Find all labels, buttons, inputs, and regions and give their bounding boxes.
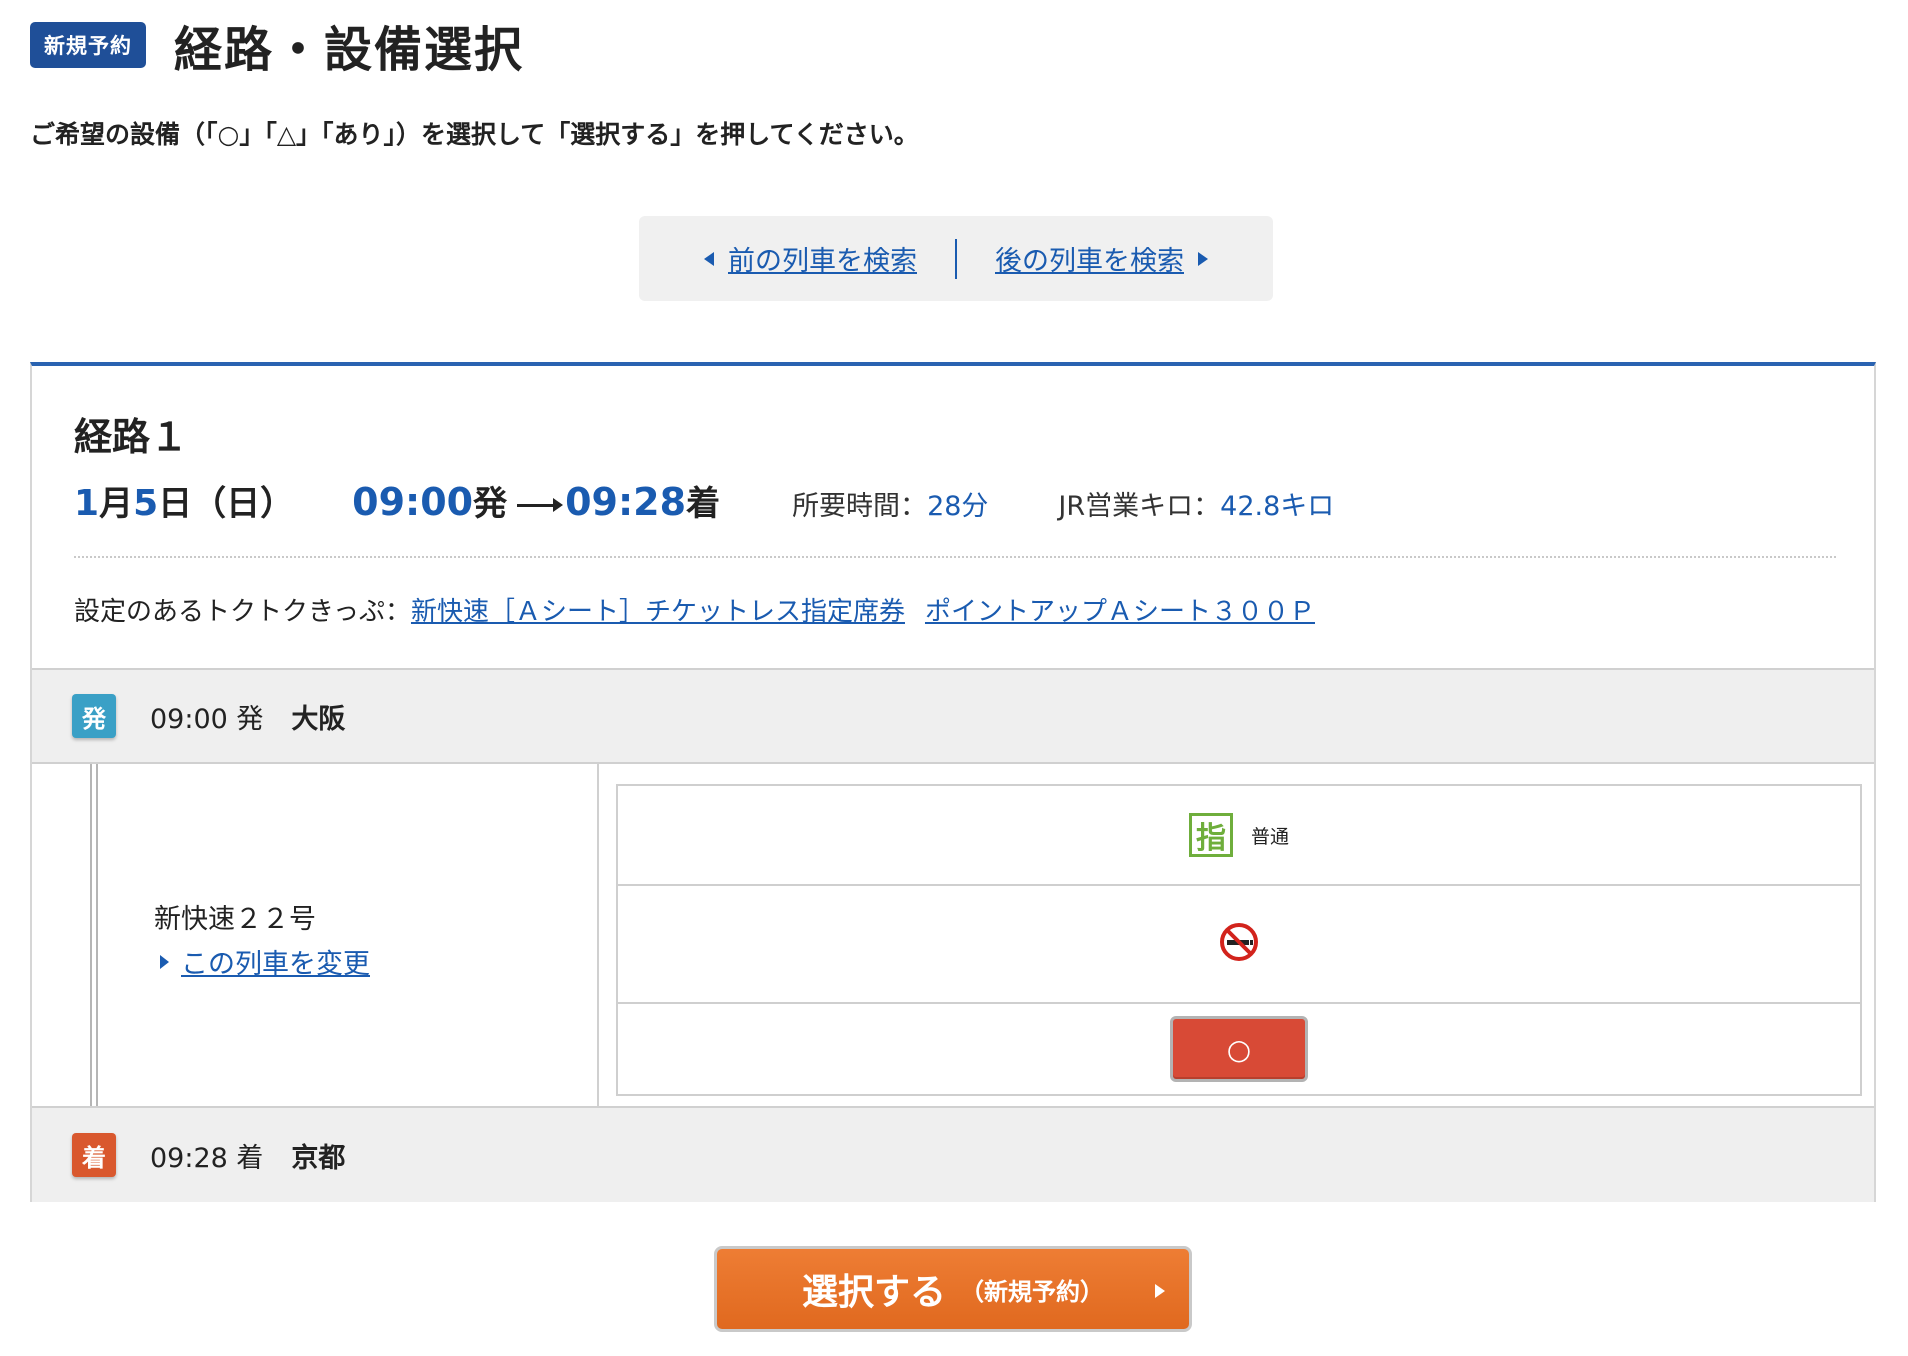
dotted-divider: [74, 556, 1836, 558]
date-month: 1: [74, 483, 100, 524]
change-train-label: この列車を変更: [181, 949, 370, 980]
arrow-right-icon: [517, 498, 564, 512]
next-train-search-link[interactable]: 後の列車を検索: [995, 239, 1208, 278]
reserved-seat-icon: 指: [1188, 813, 1233, 857]
route-summary: 1 月 5 日（日） 09:00 発 09:28 着 所要時間： 28分 JR営業キロ： 42…: [74, 476, 1334, 525]
train-name: 新快速２２号: [154, 904, 316, 935]
triangle-right-icon: [1198, 251, 1208, 266]
depart-time: 09:00: [352, 480, 474, 524]
train-section: 新快速２２号 この列車を変更 指 普通 ○: [32, 764, 1874, 1106]
next-train-search-label: 後の列車を検索: [995, 246, 1184, 277]
departure-badge-icon: 発: [72, 694, 116, 738]
section-divider: [597, 764, 599, 1106]
submit-label: 選択する: [801, 1272, 946, 1313]
discount-tickets: 設定のあるトクトクきっぷ：新快速［Ａシート］チケットレス指定席券 ポイントアップＡ…: [74, 591, 1315, 628]
arrive-time: 09:28: [565, 480, 687, 524]
departure-row: 発 09:00 発 大阪: [32, 668, 1874, 764]
submit-sub-label: （新規予約）: [960, 1277, 1104, 1306]
page: 新規予約 経路・設備選択 ご希望の設備（「○」「△」「あり」）を選択して「選択す…: [0, 0, 1908, 1356]
triangle-right-icon: [160, 954, 169, 969]
triangle-left-icon: [704, 251, 714, 266]
route-track-line: [90, 764, 98, 1106]
prev-train-search-label: 前の列車を検索: [728, 246, 917, 277]
route-card: 経路１ 1 月 5 日（日） 09:00 発 09:28 着 所要時間： 28分 JR営業キ…: [30, 362, 1876, 1202]
ticket-link-a-seat-ticketless[interactable]: 新快速［Ａシート］チケットレス指定席券: [411, 597, 905, 627]
date-day-unit: 日: [158, 484, 193, 524]
train-search-nav: 前の列車を検索 後の列車を検索: [639, 216, 1273, 301]
arrival-badge-icon: 着: [72, 1133, 116, 1177]
page-title: 経路・設備選択: [174, 22, 525, 78]
duration-value: 28分: [927, 491, 989, 522]
prev-train-search-link[interactable]: 前の列車を検索: [704, 239, 917, 278]
date-day: 5: [133, 483, 159, 524]
arrival-row: 着 09:28 着 京都: [32, 1106, 1874, 1202]
ticket-link-point-up[interactable]: ポイントアップＡシート３００Ｐ: [925, 597, 1315, 627]
smoking-row: [618, 886, 1860, 1004]
availability-row: ○: [618, 1004, 1860, 1094]
seat-table: 指 普通 ○: [616, 784, 1862, 1096]
triangle-right-icon: [1155, 1284, 1165, 1298]
date-weekday: （日）: [192, 484, 295, 524]
no-smoking-icon: [1218, 921, 1260, 967]
departure-station: 大阪: [291, 703, 346, 735]
tickets-label: 設定のあるトクトクきっぷ：: [74, 597, 411, 627]
new-reservation-badge: 新規予約: [30, 22, 146, 68]
duration-label: 所要時間：: [792, 491, 928, 522]
departure-time: 09:00 発: [150, 703, 264, 735]
arrival-time: 09:28 着: [150, 1142, 264, 1174]
arrive-suffix: 着: [686, 484, 721, 524]
seat-type-row: 指 普通: [618, 786, 1860, 886]
change-train-link[interactable]: この列車を変更: [160, 942, 370, 981]
header: 新規予約 経路・設備選択: [30, 10, 524, 80]
nav-divider: [955, 238, 957, 279]
seat-type-label: 普通: [1250, 825, 1289, 848]
select-submit-button[interactable]: 選択する （新規予約）: [714, 1246, 1192, 1332]
seat-availability-button[interactable]: ○: [1170, 1016, 1308, 1082]
distance-label: JR営業キロ：: [1058, 491, 1221, 522]
instruction-text: ご希望の設備（「○」「△」「あり」）を選択して「選択する」を押してください。: [30, 120, 919, 149]
route-title: 経路１: [74, 415, 189, 459]
depart-suffix: 発: [473, 484, 508, 524]
date-month-unit: 月: [99, 484, 134, 524]
arrival-station: 京都: [291, 1142, 346, 1174]
distance-value: 42.8キロ: [1220, 491, 1335, 522]
